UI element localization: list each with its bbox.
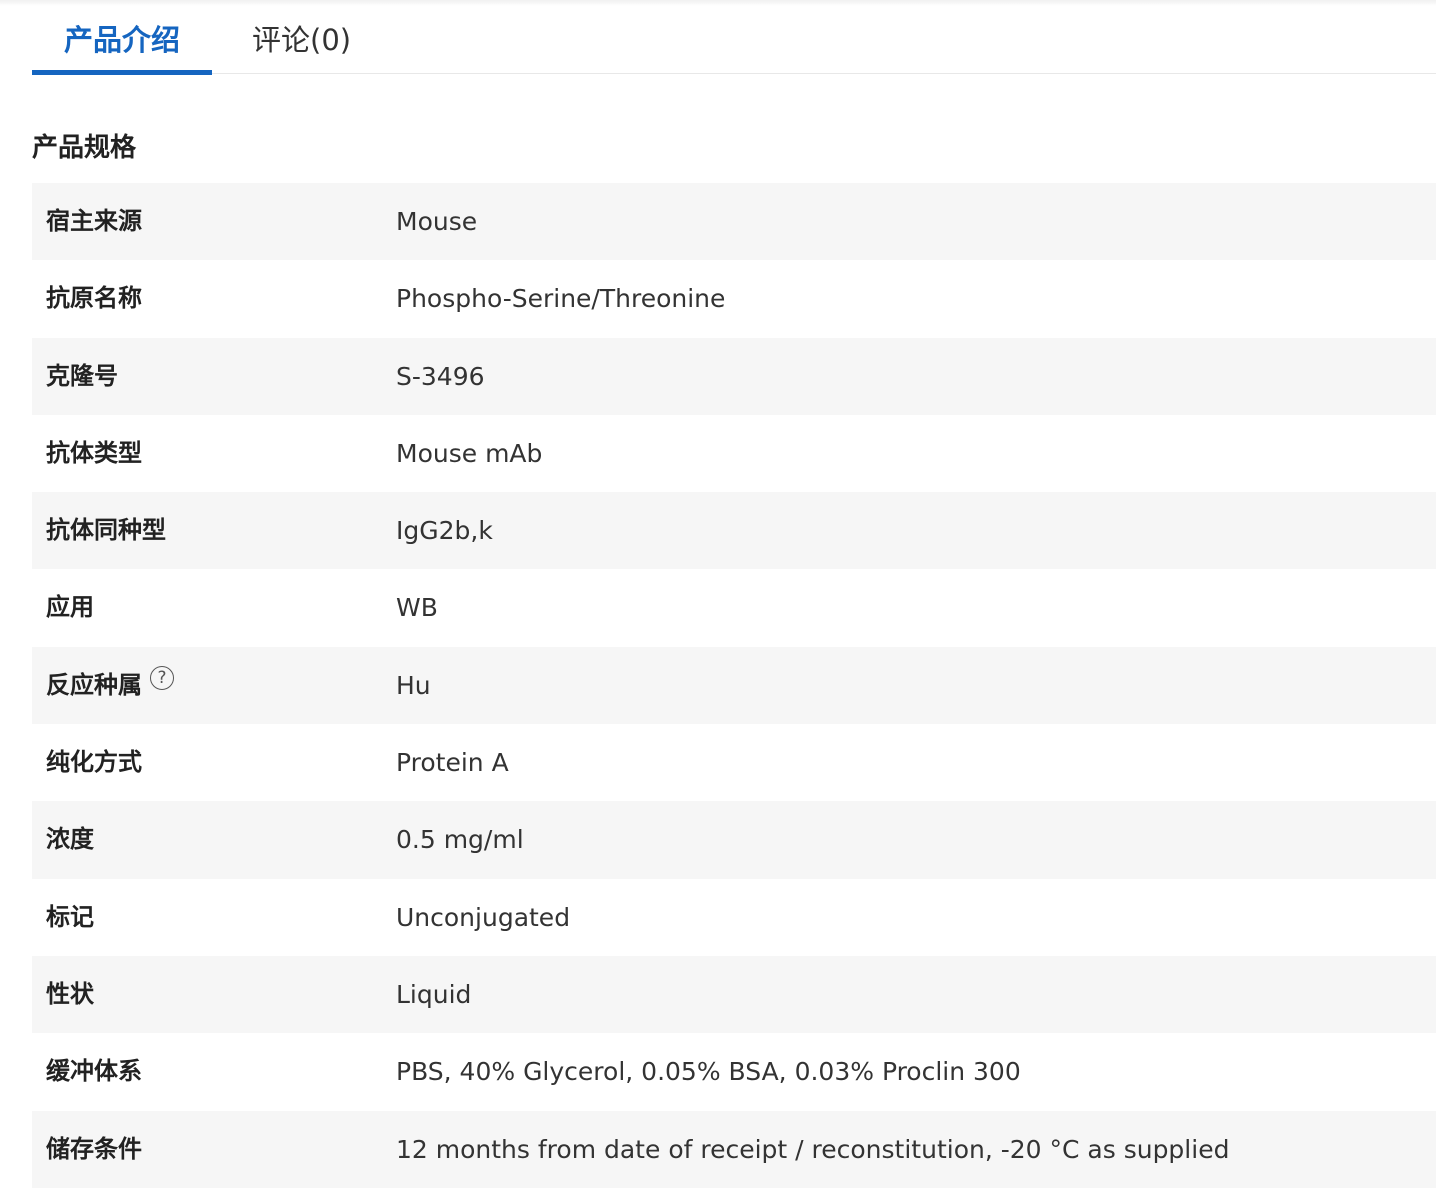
spec-row-conjugate: 标记 Unconjugated xyxy=(32,879,1436,956)
spec-row-storage: 储存条件 12 months from date of receipt / re… xyxy=(32,1110,1436,1188)
spec-value: Mouse mAb xyxy=(396,438,543,468)
spec-row-concentration: 浓度 0.5 mg/ml xyxy=(32,801,1436,879)
spec-value: Unconjugated xyxy=(396,902,571,932)
spec-value: IgG2b,k xyxy=(396,516,493,546)
spec-value: Liquid xyxy=(396,979,472,1009)
spec-row-reactivity: 反应种属? Hu xyxy=(32,646,1436,725)
spec-label: 储存条件 xyxy=(46,1134,142,1163)
spec-label: 标记 xyxy=(46,902,94,931)
tab-comments-label: 评论(0) xyxy=(252,23,352,57)
spec-row-clone: 克隆号 S-3496 xyxy=(32,337,1436,415)
spec-label: 抗原名称 xyxy=(46,284,142,313)
spec-row-isotype: 抗体同种型 IgG2b,k xyxy=(32,492,1436,570)
spec-label-text: 反应种属 xyxy=(46,670,142,699)
spec-value: 0.5 mg/ml xyxy=(396,825,524,855)
tab-bar: 产品介绍 评论(0) xyxy=(32,0,1436,75)
spec-label: 性状 xyxy=(46,979,94,1008)
spec-value: WB xyxy=(396,593,438,623)
spec-label: 克隆号 xyxy=(46,361,118,390)
active-tab-underline xyxy=(32,70,212,75)
spec-row-antibody-type: 抗体类型 Mouse mAb xyxy=(32,415,1436,492)
spec-label: 浓度 xyxy=(46,825,94,854)
spec-table: 宿主来源 Mouse 抗原名称 Phospho-Serine/Threonine… xyxy=(32,183,1436,1188)
spec-label: 缓冲体系 xyxy=(46,1057,142,1086)
spec-label: 纯化方式 xyxy=(46,748,142,777)
spec-label: 宿主来源 xyxy=(46,207,142,235)
spec-label: 抗体类型 xyxy=(46,438,142,467)
spec-row-form: 性状 Liquid xyxy=(32,955,1436,1034)
spec-value: 12 months from date of receipt / reconst… xyxy=(396,1134,1230,1164)
spec-row-host: 宿主来源 Mouse xyxy=(32,183,1436,261)
spec-value: Phospho-Serine/Threonine xyxy=(396,284,726,314)
spec-value: Hu xyxy=(396,670,431,700)
spec-row-application: 应用 WB xyxy=(32,569,1436,646)
spec-label: 抗体同种型 xyxy=(46,516,166,545)
section-title: 产品规格 xyxy=(32,133,137,163)
tab-comments[interactable]: 评论(0) xyxy=(252,0,351,74)
spec-row-purification: 纯化方式 Protein A xyxy=(32,724,1436,801)
spec-label: 应用 xyxy=(46,593,94,622)
spec-row-antigen: 抗原名称 Phospho-Serine/Threonine xyxy=(32,260,1436,337)
spec-value: Protein A xyxy=(396,748,509,778)
spec-row-buffer: 缓冲体系 PBS, 40% Glycerol, 0.05% BSA, 0.03%… xyxy=(32,1033,1436,1110)
tab-product-intro[interactable]: 产品介绍 xyxy=(32,0,212,75)
tab-product-intro-label: 产品介绍 xyxy=(63,23,180,57)
spec-label-with-help: 反应种属? xyxy=(46,647,174,724)
spec-value: Mouse xyxy=(396,207,478,236)
spec-value: PBS, 40% Glycerol, 0.05% BSA, 0.03% Proc… xyxy=(396,1057,1021,1087)
spec-value: S-3496 xyxy=(396,361,485,391)
question-mark-icon[interactable]: ? xyxy=(150,665,174,690)
